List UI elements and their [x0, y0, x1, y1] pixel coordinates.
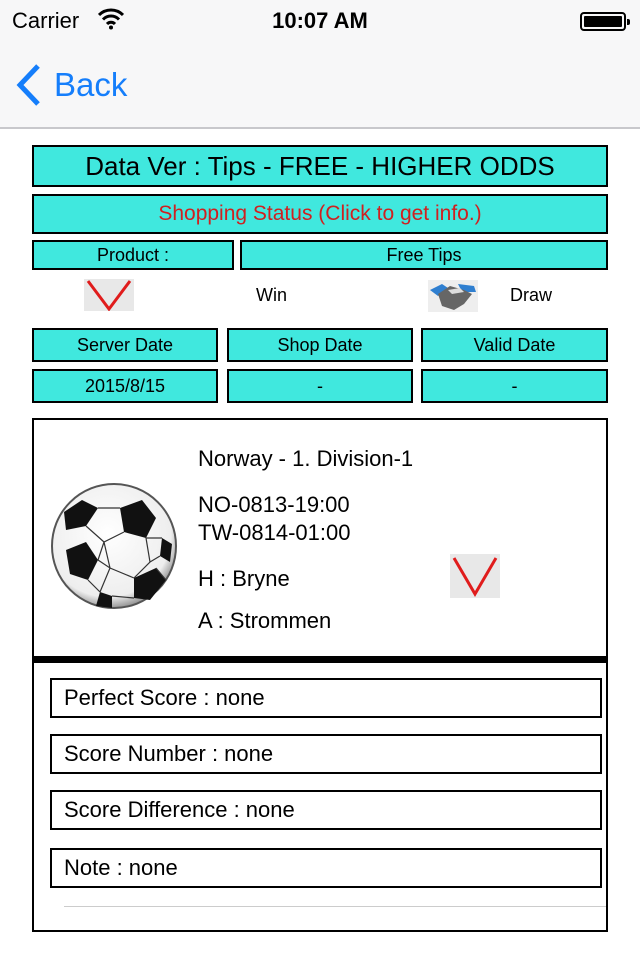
back-label: Back — [54, 66, 128, 103]
battery-icon — [580, 12, 630, 31]
shopping-status-text: Shopping Status (Click to get info.) — [158, 202, 482, 225]
status-bar: Carrier 10:07 AM — [0, 0, 640, 40]
product-value: Free Tips — [386, 244, 462, 265]
server-date-text: 2015/8/15 — [84, 375, 166, 396]
product-value-box: Free Tips — [240, 240, 608, 270]
data-version-text: Data Ver : Tips - FREE - HIGHER ODDS — [85, 150, 555, 181]
tw-time: TW-0814-01:00 — [198, 520, 351, 545]
product-label: Product : — [96, 244, 170, 265]
note-field: Note : none — [50, 848, 602, 888]
home-team: H : Bryne — [198, 566, 290, 591]
score-number-field: Score Number : none — [50, 734, 602, 774]
match-card[interactable]: Norway - 1. Division-1 NO-0813-19:00 TW-… — [32, 418, 608, 932]
check-v-icon — [84, 279, 134, 312]
perfect-score-text: Perfect Score : none — [64, 685, 265, 710]
chevron-left-icon — [16, 64, 40, 106]
valid-date-header-text: Valid Date — [473, 334, 556, 355]
shopping-status-button[interactable]: Shopping Status (Click to get info.) — [32, 194, 608, 234]
valid-date-header: Valid Date — [421, 328, 608, 362]
score-number-text: Score Number : none — [64, 741, 274, 766]
away-team: A : Strommen — [198, 608, 332, 633]
data-version-banner: Data Ver : Tips - FREE - HIGHER ODDS — [32, 145, 608, 187]
server-date-header: Server Date — [32, 328, 218, 362]
local-time: NO-0813-19:00 — [198, 492, 350, 517]
valid-date-value: - — [421, 369, 608, 403]
valid-date-text: - — [511, 375, 518, 396]
score-difference-text: Score Difference : none — [64, 797, 295, 822]
server-date-value: 2015/8/15 — [32, 369, 218, 403]
divider — [34, 656, 606, 663]
note-text: Note : none — [64, 855, 178, 880]
win-label: Win — [256, 285, 287, 305]
separator — [64, 906, 606, 907]
navigation-bar: Carrier 10:07 AM Back — [0, 0, 640, 129]
shop-date-text: - — [317, 375, 323, 396]
perfect-score-field: Perfect Score : none — [50, 678, 602, 718]
server-date-header-text: Server Date — [76, 334, 174, 355]
check-v-icon — [450, 554, 500, 598]
score-difference-field: Score Difference : none — [50, 790, 602, 830]
shop-date-header-text: Shop Date — [277, 334, 363, 355]
soccer-ball-icon — [51, 483, 177, 609]
shop-date-header: Shop Date — [227, 328, 413, 362]
product-label-box: Product : — [32, 240, 234, 270]
clock: 10:07 AM — [272, 8, 368, 33]
draw-label: Draw — [510, 285, 553, 305]
handshake-icon — [428, 280, 478, 312]
shop-date-value: - — [227, 369, 413, 403]
league-name: Norway - 1. Division-1 — [198, 446, 414, 471]
back-button[interactable]: Back — [14, 62, 127, 108]
